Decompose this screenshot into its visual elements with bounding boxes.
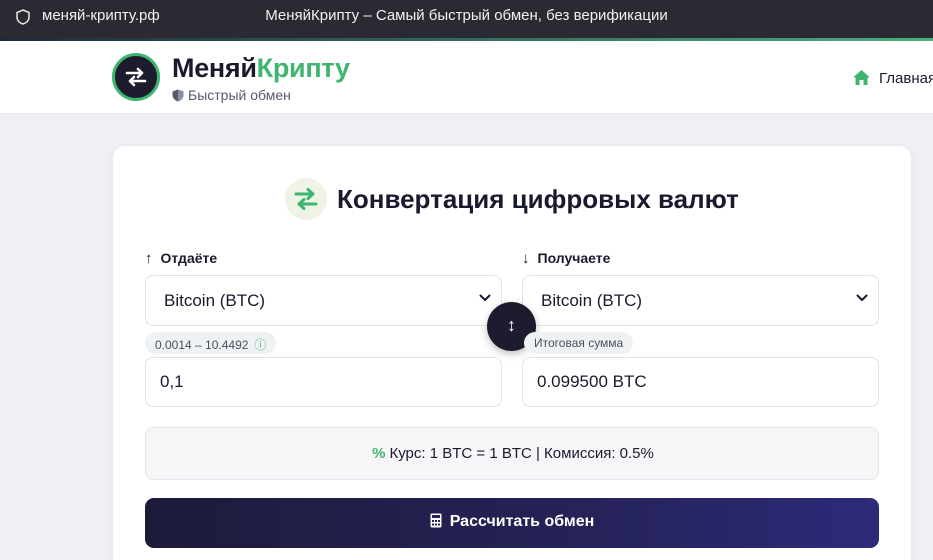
receive-currency-select[interactable]: Bitcoin (BTC) xyxy=(522,275,879,326)
converter-card: Конвертация цифровых валют ↑ Отдаёте ↓ Пол… xyxy=(113,146,911,560)
calculator-icon xyxy=(430,513,442,528)
receive-amount-value: 0.099500 BTC xyxy=(537,372,647,391)
rate-info-box: % Курс: 1 BTC = 1 BTC | Комиссия: 0.5% xyxy=(145,427,879,480)
result-label-badge: Итоговая сумма xyxy=(524,332,634,354)
give-amount-value: 0,1 xyxy=(160,372,184,391)
brand-name[interactable]: МеняйКрипту xyxy=(172,53,350,84)
nav-home-label: Главная xyxy=(879,70,933,87)
logo[interactable] xyxy=(112,53,160,101)
amount-range-text: 0.0014 – 10.4492 xyxy=(155,338,249,352)
percent-icon: % xyxy=(372,445,386,462)
chevron-down-icon xyxy=(856,294,868,301)
arrow-down-icon: ↓ xyxy=(522,250,530,267)
give-label-text: Отдаёте xyxy=(160,250,218,266)
title-icon-badge xyxy=(285,178,327,220)
arrow-up-icon: ↑ xyxy=(145,250,153,267)
receive-label: ↓ Получаете xyxy=(522,250,610,267)
amount-range-badge: 0.0014 – 10.4492 ⓘ xyxy=(145,332,277,354)
receive-amount-output: 0.099500 BTC xyxy=(522,357,879,407)
tagline: Быстрый обмен xyxy=(172,87,291,103)
brand-part-1: Меняй xyxy=(172,53,257,83)
rate-text: Курс: 1 BTC = 1 BTC | Комиссия: 0.5% xyxy=(389,445,654,462)
exchange-arrows-icon xyxy=(125,67,147,87)
window-title: МеняйКрипту – Самый быстрый обмен, без в… xyxy=(265,7,668,24)
calculate-button-label: Рассчитать обмен xyxy=(449,513,595,530)
give-label: ↑ Отдаёте xyxy=(145,250,217,267)
converter-title: Конвертация цифровых валют xyxy=(337,184,739,214)
give-amount-input[interactable]: 0,1 xyxy=(145,357,502,407)
receive-label-text: Получаете xyxy=(537,250,611,266)
home-icon xyxy=(853,70,870,85)
give-currency-value: Bitcoin (BTC) xyxy=(164,291,266,310)
chevron-down-icon xyxy=(479,294,491,301)
receive-currency-value: Bitcoin (BTC) xyxy=(541,291,643,310)
nav-home-link[interactable]: Главная xyxy=(852,69,933,87)
tagline-text: Быстрый обмен xyxy=(188,87,291,103)
browser-toolbar: меняй-крипту.рф МеняйКрипту – Самый быст… xyxy=(0,0,933,38)
exchange-arrows-icon xyxy=(294,188,318,210)
result-label-text: Итоговая сумма xyxy=(534,336,624,350)
shield-icon xyxy=(172,89,184,102)
brand-part-2: Крипту xyxy=(256,53,350,83)
info-icon[interactable]: ⓘ xyxy=(254,338,266,352)
site-header: МеняйКрипту Быстрый обмен Главная xyxy=(0,41,933,114)
calculate-exchange-button[interactable]: Рассчитать обмен xyxy=(145,498,879,548)
give-currency-select[interactable]: Bitcoin (BTC) xyxy=(145,275,502,326)
